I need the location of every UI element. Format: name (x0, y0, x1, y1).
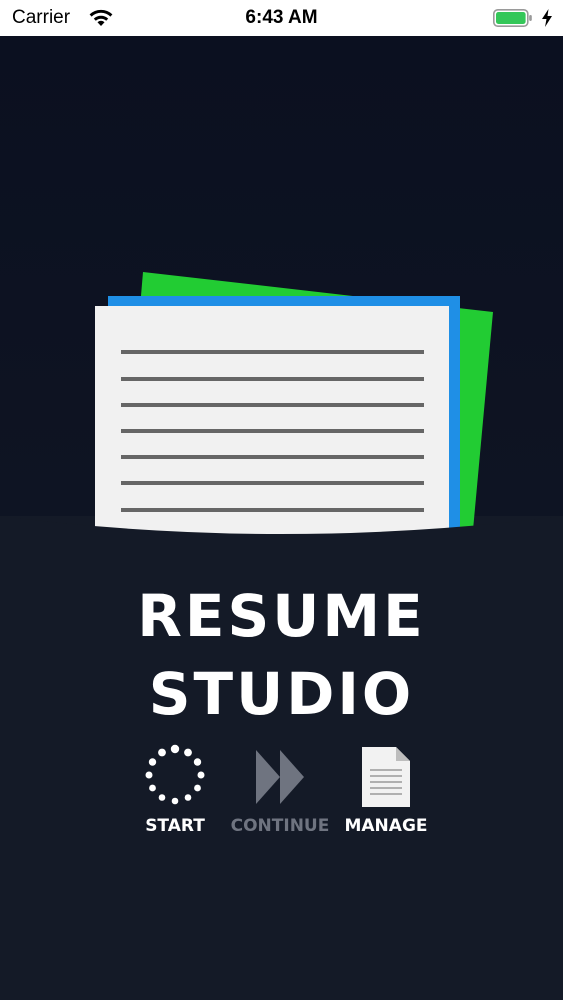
spinner-dots-icon (145, 744, 205, 805)
continue-button[interactable]: CONTINUE (225, 744, 335, 836)
document-icon (362, 747, 410, 807)
manage-button[interactable]: MANAGE (331, 744, 441, 836)
main-menu: START CONTINUE MANAGE (0, 744, 563, 844)
document-stack-icon (95, 272, 493, 536)
app-title-line2: STUDIO (148, 660, 415, 728)
manage-label: MANAGE (344, 816, 428, 836)
battery-icon (493, 9, 532, 27)
app-title-line1: RESUME (137, 582, 426, 650)
clock: 6:43 AM (245, 7, 318, 28)
charging-bolt-icon (542, 9, 552, 27)
status-bar: Carrier 6:43 AM (0, 0, 563, 36)
continue-label: CONTINUE (230, 816, 330, 836)
start-label: START (145, 816, 205, 836)
fast-forward-icon (256, 750, 304, 804)
start-button[interactable]: START (120, 744, 230, 836)
pocket-edge (0, 516, 563, 552)
